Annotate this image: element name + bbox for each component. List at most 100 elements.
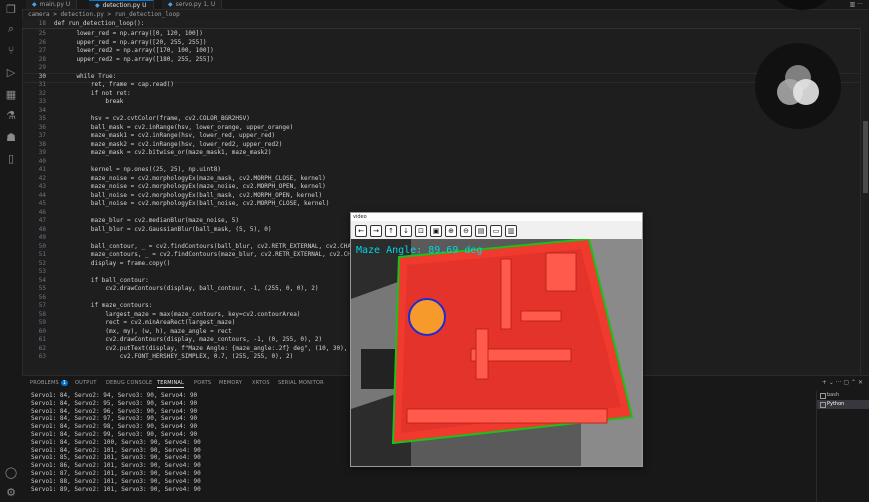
line-number: 36 xyxy=(38,123,46,131)
pan-up-icon[interactable]: ↑ xyxy=(385,225,397,237)
editor-tab-bar: ◆ main.py U ◆ detection.py U ◆ servo.py 1, … xyxy=(22,0,869,10)
scrollbar-thumb[interactable] xyxy=(863,121,868,193)
code-line: display = frame.copy() xyxy=(62,259,171,267)
line-number: 58 xyxy=(38,310,46,318)
code-line: maze_mask1 = cv2.inRange(hsv, lower_red,… xyxy=(62,132,276,139)
tab-detection-py[interactable]: ◆ detection.py U xyxy=(89,0,154,10)
panel-tab-debug-console[interactable]: DEBUG CONSOLE xyxy=(106,379,152,387)
line-number: 51 xyxy=(38,251,46,258)
device-icon[interactable]: ▯ xyxy=(4,152,18,166)
line-number: 32 xyxy=(38,89,46,97)
maximize-panel-icon[interactable]: ⌃ xyxy=(851,379,856,386)
terminal-item-python[interactable]: Python xyxy=(817,400,869,409)
explorer-icon[interactable]: ❐ xyxy=(4,3,18,17)
zoom-original-icon[interactable]: ▣ xyxy=(430,225,442,237)
tab-servo-py[interactable]: ◆ servo.py 1, U xyxy=(162,0,223,9)
run-debug-icon[interactable]: ▷ xyxy=(4,66,18,80)
line-number: 31 xyxy=(38,81,46,88)
code-line: kernel = np.ones((25, 25), np.uint8) xyxy=(62,166,221,173)
maze-wall xyxy=(406,408,608,424)
line-number: 39 xyxy=(38,149,46,156)
line-number: 40 xyxy=(38,157,46,165)
properties-icon[interactable]: ▥ xyxy=(505,225,517,237)
search-icon[interactable]: ⌕ xyxy=(4,22,18,36)
line-number: 46 xyxy=(38,208,46,216)
pan-down-icon[interactable]: ↓ xyxy=(400,225,412,237)
code-line: cv2.drawContours(display, ball_contour, … xyxy=(62,285,319,292)
source-control-icon[interactable]: ⑂ xyxy=(4,44,18,58)
zoom-reset-icon[interactable]: ⊡ xyxy=(415,225,427,237)
line-number: 33 xyxy=(38,98,46,105)
code-line: maze_blur = cv2.medianBlur(maze_noise, 5… xyxy=(62,217,240,224)
line-number: 53 xyxy=(38,268,46,275)
testing-icon[interactable]: ⚗ xyxy=(4,109,18,123)
terminal-item-bash[interactable]: bash xyxy=(817,391,869,400)
terminal-name: Python xyxy=(827,401,845,407)
zoom-out-icon[interactable]: ⊖ xyxy=(460,225,472,237)
line-number: 61 xyxy=(38,336,46,343)
line-number: 35 xyxy=(38,115,46,122)
account-icon[interactable]: ◯ xyxy=(4,466,18,480)
split-editor-icon[interactable]: ▥ xyxy=(850,1,856,8)
line-number: 52 xyxy=(38,259,46,267)
panel-controls: + ⌄ ··· ▢ ⌃ ✕ xyxy=(822,379,863,387)
platformio-icon[interactable]: ☗ xyxy=(4,131,18,145)
panel-tab-terminal[interactable]: TERMINAL xyxy=(157,379,185,388)
breadcrumb[interactable]: camera > detection.py > run_detection_lo… xyxy=(22,10,869,19)
video-toolbar: ← → ↑ ↓ ⊡ ▣ ⊕ ⊖ ▤ ▭ ▥ xyxy=(351,221,642,239)
pan-left-icon[interactable]: ← xyxy=(355,225,367,237)
video-window[interactable]: video ← → ↑ ↓ ⊡ ▣ ⊕ ⊖ ▤ ▭ ▥ Maze Angle: … xyxy=(350,212,643,467)
code-line: ret, frame = cap.read() xyxy=(62,81,174,88)
more-actions-icon[interactable]: ··· xyxy=(857,1,863,8)
panel-tab-xrtos[interactable]: XRTOS xyxy=(252,379,270,387)
save-image-icon[interactable]: ▤ xyxy=(475,225,487,237)
maze-wall xyxy=(475,328,489,380)
python-file-icon: ◆ xyxy=(32,1,37,8)
code-line: if not ret: xyxy=(62,89,131,97)
floating-assistant-button[interactable] xyxy=(755,43,841,129)
line-number: 42 xyxy=(38,174,46,182)
editor-scrollbar[interactable] xyxy=(860,28,869,374)
code-line: if maze_contours: xyxy=(62,302,153,309)
line-number: 30 xyxy=(38,72,46,80)
code-line: while True: xyxy=(62,72,117,80)
pan-right-icon[interactable]: → xyxy=(370,225,382,237)
extensions-icon[interactable]: ▦ xyxy=(4,88,18,102)
terminal-name: bash xyxy=(827,392,840,398)
tab-status: 1, U xyxy=(203,1,216,8)
code-line: ball_blur = cv2.GaussianBlur(ball_mask, … xyxy=(62,225,272,233)
line-number: 34 xyxy=(38,106,46,114)
line-number: 56 xyxy=(38,293,46,301)
code-line: hsv = cv2.cvtColor(frame, cv2.COLOR_BGR2… xyxy=(62,115,250,122)
panel-tab-problems[interactable]: PROBLEMS 1 xyxy=(30,379,69,387)
panel-tab-output[interactable]: OUTPUT xyxy=(75,379,97,387)
line-number: 43 xyxy=(38,183,46,190)
restore-panel-icon[interactable]: ▢ xyxy=(843,379,849,386)
line-number: 55 xyxy=(38,285,46,292)
close-panel-icon[interactable]: ✕ xyxy=(858,379,863,386)
new-terminal-icon[interactable]: + xyxy=(822,379,827,386)
tab-label: main.py xyxy=(39,1,64,8)
more-actions-icon[interactable]: ··· xyxy=(836,379,842,386)
assistant-logo-icon xyxy=(777,65,819,105)
ball xyxy=(408,298,446,336)
line-number: 60 xyxy=(38,327,46,335)
panel-tab-memory[interactable]: MEMORY xyxy=(219,379,242,387)
line-number: 25 xyxy=(38,30,46,37)
line-number: 27 xyxy=(38,47,46,54)
copy-image-icon[interactable]: ▭ xyxy=(490,225,502,237)
line-number: 47 xyxy=(38,217,46,224)
chevron-down-icon[interactable]: ⌄ xyxy=(829,379,834,386)
camera-frame: Maze Angle: 89.69 deg xyxy=(351,239,642,466)
code-line: if ball_contour: xyxy=(62,276,149,284)
settings-gear-icon[interactable]: ⚙ xyxy=(4,486,18,500)
panel-tab-label: PROBLEMS xyxy=(30,380,59,386)
tab-status: U xyxy=(142,2,147,9)
tab-label: servo.py xyxy=(175,1,202,8)
panel-tab-serial-monitor[interactable]: SERIAL MONITOR xyxy=(278,379,324,387)
tab-main-py[interactable]: ◆ main.py U xyxy=(26,0,78,9)
code-line: (mx, my), (w, h), maze_angle = rect xyxy=(62,327,232,335)
panel-tab-ports[interactable]: PORTS xyxy=(194,379,211,387)
zoom-in-icon[interactable]: ⊕ xyxy=(445,225,457,237)
line-number: 62 xyxy=(38,344,46,352)
